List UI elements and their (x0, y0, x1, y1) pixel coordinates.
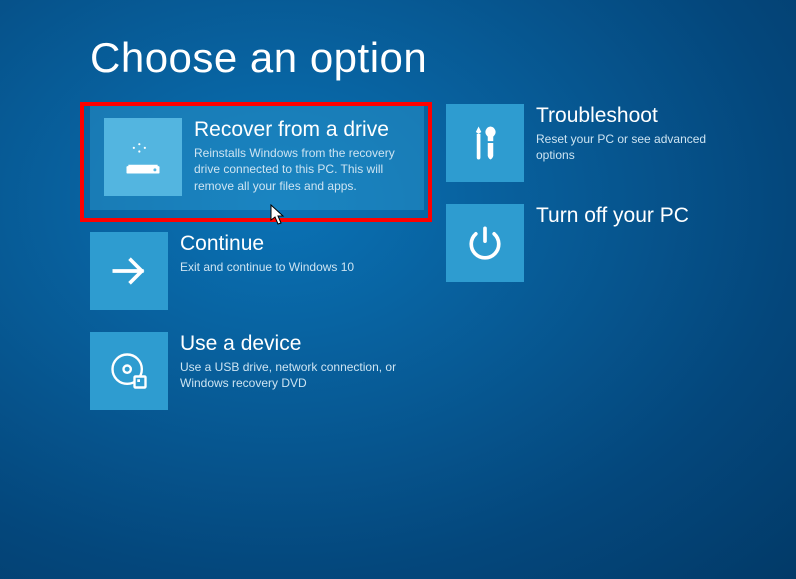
tile-troubleshoot[interactable]: Troubleshoot Reset your PC or see advanc… (446, 104, 746, 182)
column-left: Recover from a drive Reinstalls Windows … (90, 104, 424, 410)
tile-use-device[interactable]: Use a device Use a USB drive, network co… (90, 332, 424, 410)
tile-continue[interactable]: Continue Exit and continue to Windows 10 (90, 232, 424, 310)
tile-text: Continue Exit and continue to Windows 10 (168, 232, 424, 275)
tile-desc: Exit and continue to Windows 10 (180, 259, 410, 275)
power-icon (446, 204, 524, 282)
tile-turn-off[interactable]: Turn off your PC (446, 204, 746, 282)
tile-desc: Use a USB drive, network connection, or … (180, 359, 410, 391)
tools-icon (446, 104, 524, 182)
tile-text: Turn off your PC (524, 204, 746, 231)
tile-title: Turn off your PC (536, 204, 738, 228)
tile-recover-from-drive[interactable]: Recover from a drive Reinstalls Windows … (90, 104, 424, 210)
recovery-screen: Choose an option Recover from a (0, 0, 796, 410)
tile-title: Continue (180, 232, 416, 256)
tile-text: Recover from a drive Reinstalls Windows … (182, 118, 416, 194)
recovery-drive-icon (104, 118, 182, 196)
page-title: Choose an option (90, 34, 796, 82)
arrow-right-icon (90, 232, 168, 310)
column-right: Troubleshoot Reset your PC or see advanc… (446, 104, 746, 410)
tile-title: Use a device (180, 332, 416, 356)
tile-title: Recover from a drive (194, 118, 408, 142)
tile-desc: Reinstalls Windows from the recovery dri… (194, 145, 408, 194)
tile-desc: Reset your PC or see advanced options (536, 131, 738, 163)
disc-device-icon (90, 332, 168, 410)
tile-title: Troubleshoot (536, 104, 738, 128)
tile-text: Use a device Use a USB drive, network co… (168, 332, 424, 392)
options-grid: Recover from a drive Reinstalls Windows … (90, 104, 796, 410)
tile-text: Troubleshoot Reset your PC or see advanc… (524, 104, 746, 164)
